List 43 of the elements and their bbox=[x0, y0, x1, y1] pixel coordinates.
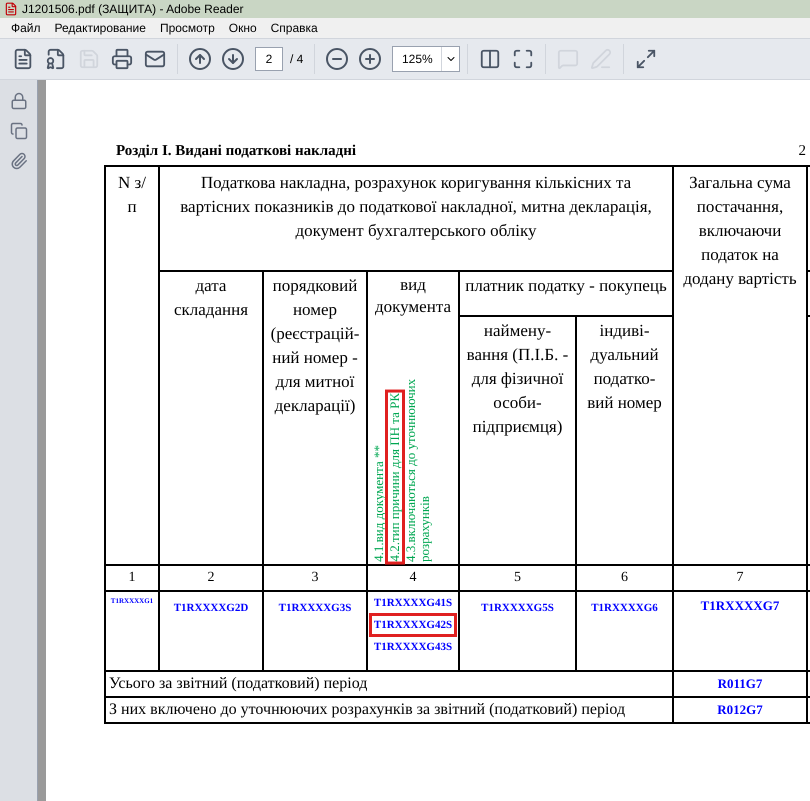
field-code: T1RXXXXG43S bbox=[372, 640, 454, 654]
column-number: 1 bbox=[105, 564, 159, 590]
section-title: Розділ І. Видані податкові накладні bbox=[116, 142, 356, 161]
page-number-field[interactable]: 2 bbox=[255, 47, 283, 71]
lock-icon[interactable] bbox=[10, 92, 28, 110]
header-cell: наймену-вання (П.І.Б. - для фізичної особи-підприємця) bbox=[459, 316, 576, 564]
window-title: J1201506.pdf (ЗАЩИТА) - Adobe Reader bbox=[22, 1, 244, 18]
column-number: 6 bbox=[576, 564, 673, 590]
column-number: 3 bbox=[263, 564, 367, 590]
vertical-note: 4.3.включаються до уточнюючих розрахунків bbox=[404, 377, 432, 562]
field-code: T1RXXXXG3S bbox=[263, 590, 367, 670]
header-cell: порядковий номер (реєстрацій-ний номер - для митної декларації) bbox=[263, 270, 367, 564]
vertical-note: 4.1.вид документа ** bbox=[372, 444, 386, 562]
header-cell: Податкова накладна, розрахунок коригування кількісних та вартісних показників до податкової накладної, митна декларація, документ бухгалтерського обліку bbox=[159, 166, 673, 270]
menu-item[interactable]: Окно bbox=[222, 19, 264, 37]
field-code: T1RXXXXG7 bbox=[673, 590, 807, 670]
total-code: R011G7 bbox=[673, 670, 807, 696]
paperclip-icon[interactable] bbox=[10, 152, 28, 170]
field-code: T1RXXXXG5S bbox=[459, 590, 576, 670]
pages-icon[interactable] bbox=[10, 122, 28, 140]
field-code: T1RXXXXG2D bbox=[159, 590, 263, 670]
page-number: 2 bbox=[798, 142, 806, 161]
header-cell: дата складання bbox=[159, 270, 263, 564]
menu-item[interactable]: Просмотр bbox=[152, 19, 222, 37]
header-cell: N з/п bbox=[105, 166, 159, 564]
column-number: 5 bbox=[459, 564, 576, 590]
vertical-note: 4.2.тип причини для ПН та РК bbox=[388, 392, 402, 562]
doc-type-cell: вид документа 4.1.вид документа ** 4.2.тип причини для ПН та РК 4.3.включаються до уточнюючих розрахунків bbox=[367, 270, 459, 564]
header-cell: Загальна сума постачання, включаючи податок на додану вартість bbox=[673, 166, 807, 564]
menu-item[interactable]: Редактирование bbox=[48, 19, 153, 37]
column-number: 7 bbox=[673, 564, 807, 590]
total-code: R012G7 bbox=[673, 696, 807, 722]
column-number: 2 bbox=[159, 564, 263, 590]
field-code: T1RXXXXG41S bbox=[372, 596, 454, 610]
field-code: T1RXXXXG6 bbox=[576, 590, 673, 670]
menu-item[interactable]: Справка bbox=[264, 19, 325, 37]
menu-item[interactable]: Файл bbox=[4, 19, 48, 37]
field-code: T1RXXXXG42S bbox=[372, 616, 454, 634]
column-number: 4 bbox=[367, 564, 459, 590]
zoom-dropdown[interactable]: 125% bbox=[392, 46, 460, 72]
total-label: Усього за звітний (податковий) період bbox=[105, 670, 673, 696]
total-label: З них включено до уточнюючих розрахунків за звітний (податковий) період bbox=[105, 696, 673, 722]
page-total: / 4 bbox=[289, 51, 304, 68]
